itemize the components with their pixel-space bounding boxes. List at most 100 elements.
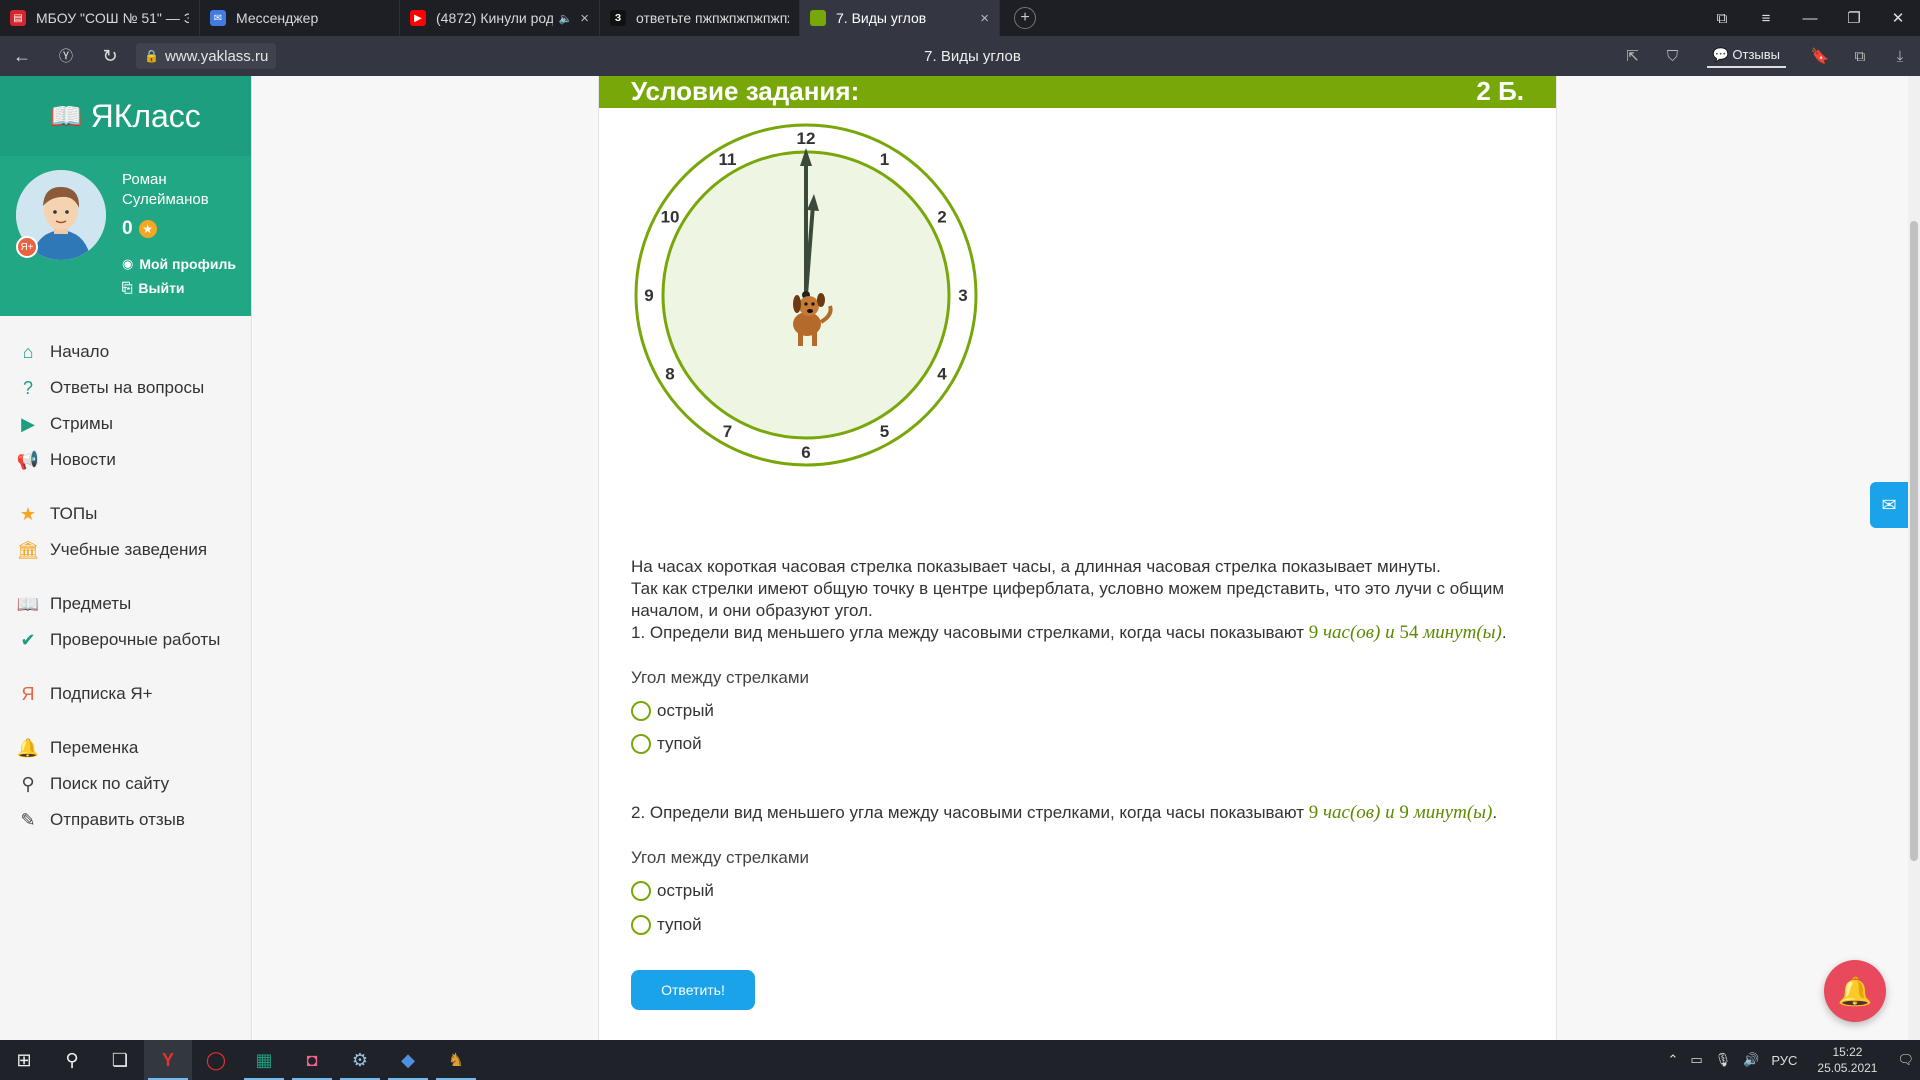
task-view-icon[interactable]: ❏	[96, 1040, 144, 1080]
question-2-option-obtuse[interactable]: тупой	[631, 915, 702, 935]
steam-icon[interactable]: ⚙	[336, 1040, 384, 1080]
new-tab-button[interactable]: +	[1014, 7, 1036, 29]
option-label: тупой	[657, 915, 702, 934]
browser-tab[interactable]: ▶ (4872) Кинули родн 🔈 ×	[400, 0, 600, 36]
search-icon[interactable]: ⚲	[48, 1040, 96, 1080]
user-name[interactable]: Роман Сулейманов	[122, 170, 209, 210]
close-tab-icon[interactable]: ×	[980, 10, 989, 27]
windows-start-icon[interactable]: ⊞	[0, 1040, 48, 1080]
radio-icon[interactable]	[631, 881, 651, 901]
sidebar-item[interactable]: ✎ Отправить отзыв	[0, 802, 251, 838]
radio-icon[interactable]	[631, 915, 651, 935]
lock-icon: 🔒	[144, 49, 159, 63]
exit-icon: ⎘	[122, 280, 133, 295]
sidebar-item[interactable]: ⚲ Поиск по сайту	[0, 766, 251, 802]
clock-number: 1	[880, 150, 889, 169]
window-controls: ⧉ ≡ — ❐ ✕	[1700, 0, 1920, 36]
sidebar-item[interactable]: ⌂ Начало	[0, 334, 251, 370]
notification-bell-icon[interactable]: 🔔	[1824, 960, 1886, 1022]
back-icon[interactable]: ←	[0, 46, 44, 67]
speaker-icon[interactable]: 🔈	[559, 12, 573, 25]
logo[interactable]: 📖 ЯКласс	[0, 76, 251, 156]
submit-answer-button[interactable]: Ответить!	[631, 970, 755, 1010]
main-content: Условие задания: 2 Б. 12 1 2 3 4 5 6 7 8 9 10 11	[253, 76, 1908, 1040]
page-scrollbar[interactable]	[1908, 76, 1920, 1040]
clock-number: 10	[661, 208, 680, 227]
clock-number: 11	[719, 150, 737, 169]
clock-number: 12	[797, 129, 816, 148]
task-card: Условие задания: 2 Б. 12 1 2 3 4 5 6 7 8 9 10 11	[598, 76, 1557, 1040]
download-icon[interactable]: ⤓	[1880, 48, 1920, 65]
bookmarks-icon[interactable]: ⧉	[1700, 10, 1744, 27]
option-label: тупой	[657, 734, 702, 753]
protect-icon[interactable]: ⛉	[1653, 48, 1693, 65]
menu-group: ★ ТОПы 🏛 Учебные заведения	[0, 478, 251, 568]
reviews-button[interactable]: 💬 Отзывы	[1706, 44, 1786, 68]
game-icon[interactable]: ♞	[432, 1040, 480, 1080]
points-value: 0	[122, 218, 133, 239]
collections-icon[interactable]: ⧉	[1840, 48, 1880, 65]
scrollbar-thumb[interactable]	[1910, 221, 1918, 861]
sidebar-item[interactable]: 🔔 Переменка	[0, 730, 251, 766]
question-2-text: 2. Определи вид меньшего угла между часо…	[631, 803, 1309, 822]
tab-favicon-icon	[810, 10, 826, 26]
microphone-icon[interactable]: 🎙	[1709, 1052, 1738, 1068]
browser-tab[interactable]: ▤ МБОУ "СОШ № 51" — Эл	[0, 0, 200, 36]
restore-button[interactable]: ❐	[1832, 9, 1876, 27]
radio-icon[interactable]	[631, 734, 651, 754]
discord-icon[interactable]: ◘	[288, 1040, 336, 1080]
browser-tab[interactable]: ✉ Мессенджер	[200, 0, 400, 36]
sidebar-item[interactable]: 📖 Предметы	[0, 586, 251, 622]
bookmark-icon[interactable]: 🔖	[1800, 47, 1840, 65]
logout-link[interactable]: ⎘ Выйти	[122, 280, 185, 296]
share-icon[interactable]: ⇱	[1613, 47, 1653, 65]
app-icon[interactable]: ◆	[384, 1040, 432, 1080]
browser-tab[interactable]: 7. Виды углов ×	[800, 0, 1000, 36]
sidebar-item[interactable]: ▶ Стримы	[0, 406, 251, 442]
yandex-browser-icon[interactable]: Y	[144, 1040, 192, 1080]
check-icon: ✔	[20, 629, 36, 650]
sidebar-item-label: Стримы	[50, 414, 113, 433]
question-1-option-acute[interactable]: острый	[631, 701, 714, 721]
sidebar-item[interactable]: ★ ТОПы	[0, 496, 251, 532]
sidebar-item[interactable]: 📢 Новости	[0, 442, 251, 478]
my-profile-link[interactable]: ◉ Мой профиль	[122, 256, 236, 272]
chevron-up-icon[interactable]: ⌃	[1661, 1052, 1684, 1068]
tab-favicon-icon: ▤	[10, 10, 26, 26]
star-icon: ★	[138, 220, 157, 238]
question-2: 2. Определи вид меньшего угла между часо…	[631, 802, 1498, 823]
reload-icon[interactable]: ↻	[88, 46, 132, 67]
question-2-option-acute[interactable]: острый	[631, 881, 714, 901]
sidebar-item[interactable]: ✔ Проверочные работы	[0, 622, 251, 658]
tab-title: МБОУ "СОШ № 51" — Эл	[36, 10, 189, 26]
radio-icon[interactable]	[631, 701, 651, 721]
sidebar-item-label: Новости	[50, 450, 116, 469]
sidebar-item[interactable]: 🏛 Учебные заведения	[0, 532, 251, 568]
opera-icon[interactable]: ◯	[192, 1040, 240, 1080]
sidebar-item[interactable]: Я Подписка Я+	[0, 676, 251, 712]
sidebar-item-label: Предметы	[50, 594, 132, 613]
my-profile-label: Мой профиль	[139, 256, 236, 272]
option-label: острый	[657, 881, 714, 900]
menu-icon[interactable]: ≡	[1744, 10, 1788, 27]
question-1-option-obtuse[interactable]: тупой	[631, 734, 702, 754]
volume-icon[interactable]: 🔊	[1737, 1052, 1765, 1068]
star-icon: ★	[19, 503, 37, 524]
url-field[interactable]: 🔒 www.yaklass.ru	[136, 43, 277, 69]
tray-clock[interactable]: 15:22 25.05.2021	[1803, 1044, 1891, 1076]
sidebar-item-label: Начало	[50, 342, 110, 361]
language-indicator[interactable]: РУС	[1765, 1053, 1803, 1068]
close-button[interactable]: ✕	[1876, 9, 1920, 27]
mail-icon[interactable]: ✉	[1870, 482, 1908, 528]
sidebar-item-label: Поиск по сайту	[50, 774, 170, 793]
yaklass-app-icon[interactable]: ▦	[240, 1040, 288, 1080]
sidebar-item[interactable]: ? Ответы на вопросы	[0, 370, 251, 406]
close-tab-icon[interactable]: ×	[580, 10, 589, 27]
minimize-button[interactable]: —	[1788, 10, 1832, 27]
sidebar-item-label: Учебные заведения	[50, 540, 208, 559]
yandex-icon[interactable]: Ⓨ	[44, 46, 88, 66]
browser-tab[interactable]: Зответьте пжпжпжпжпжпж	[600, 0, 800, 36]
camera-icon[interactable]: ▭	[1684, 1052, 1708, 1068]
points-counter: 0 ★	[122, 218, 157, 240]
notifications-icon[interactable]: 🗨	[1891, 1052, 1920, 1068]
